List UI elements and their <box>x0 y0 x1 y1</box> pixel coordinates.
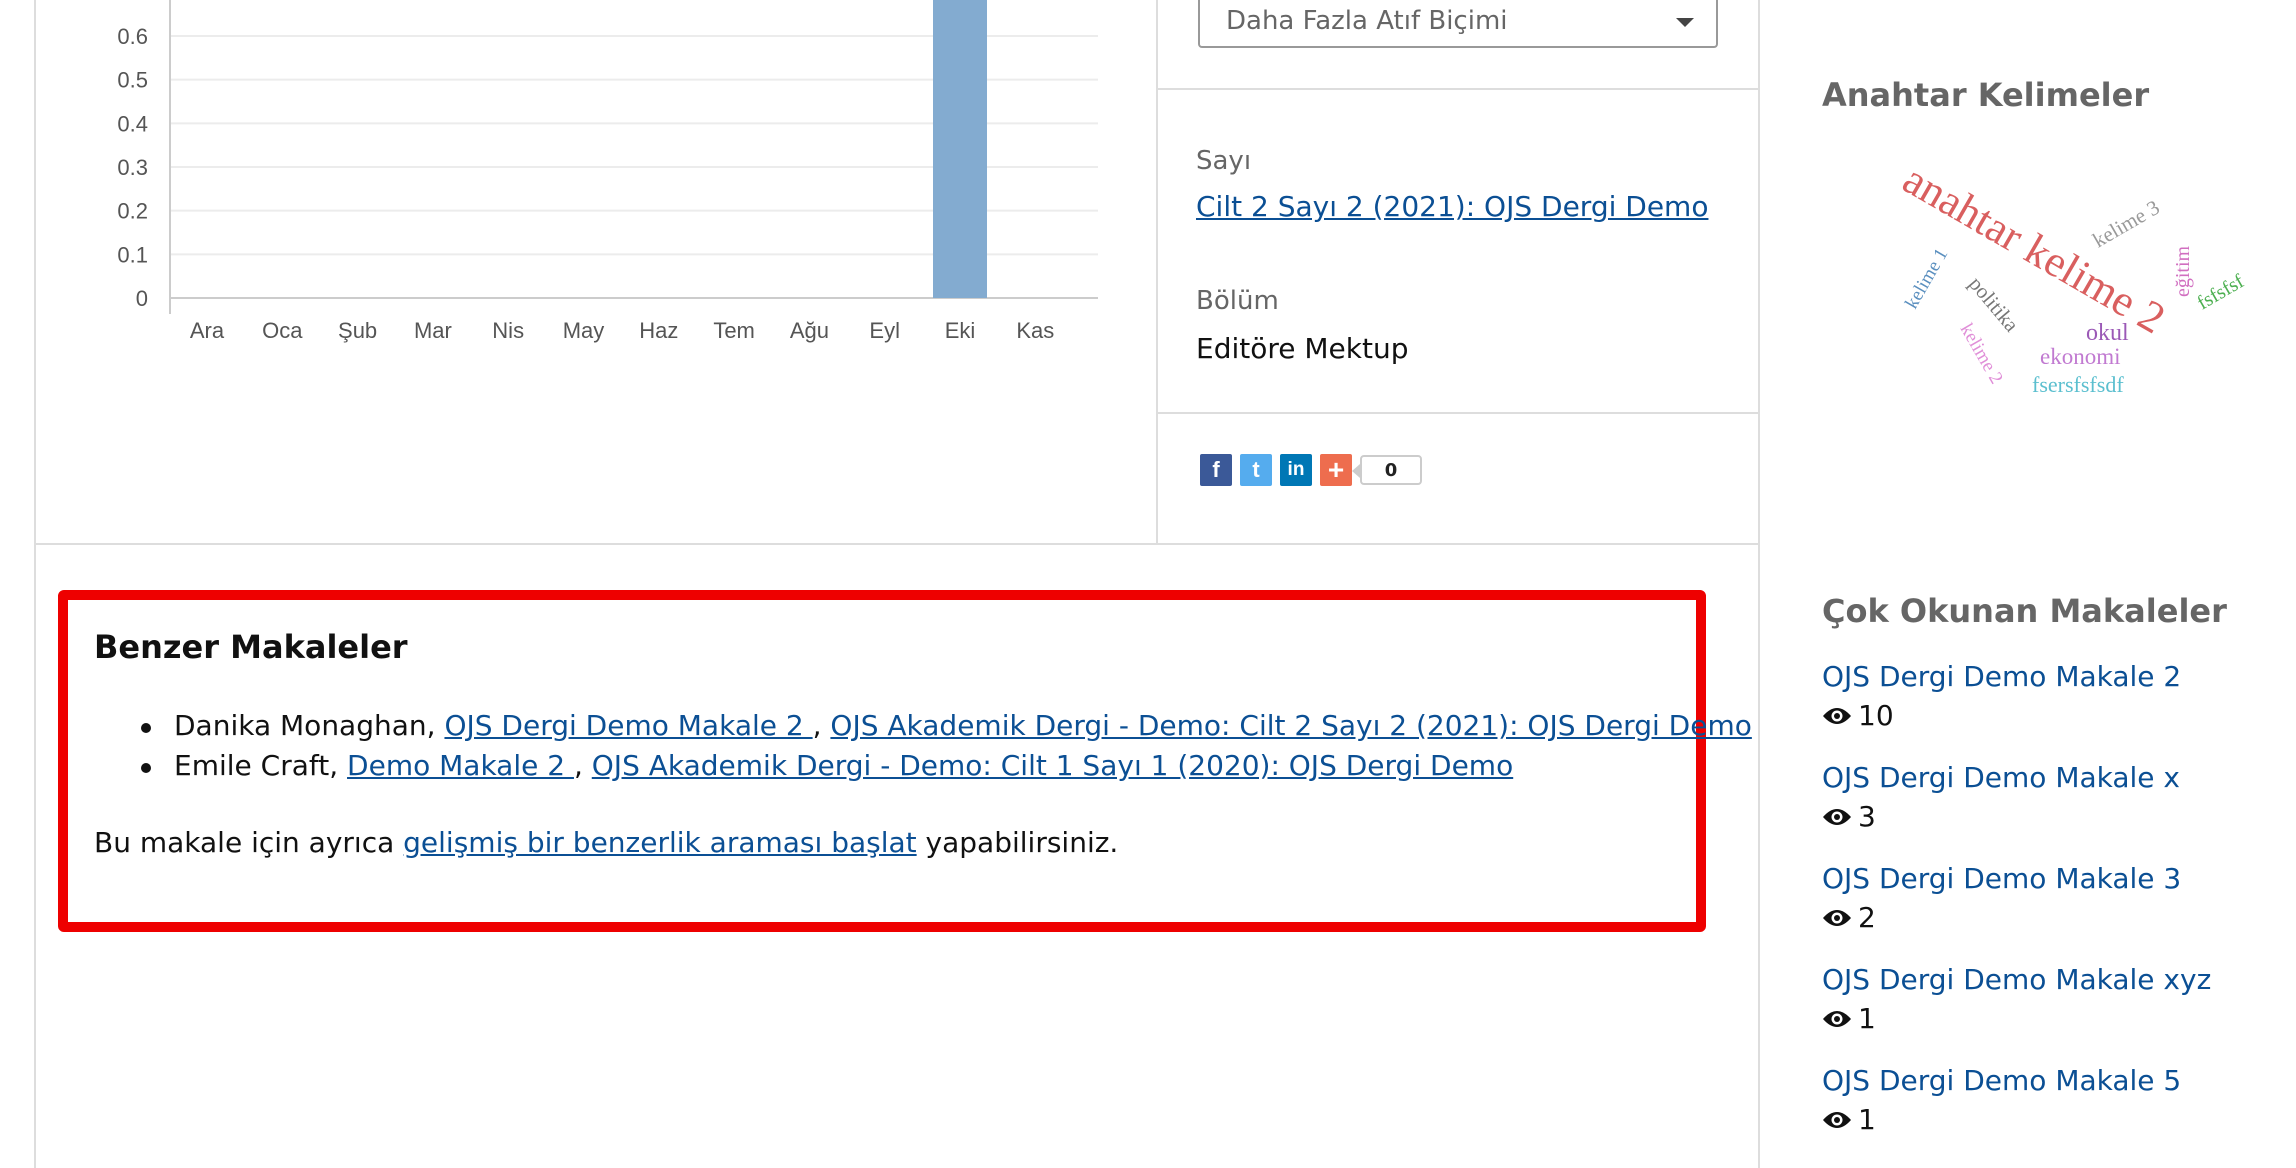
divider <box>1156 0 1158 543</box>
citation-format-select[interactable]: Daha Fazla Atıf Biçimi <box>1198 0 1718 48</box>
share-buttons: f t in + 0 <box>1200 454 1422 486</box>
note-text: Bu makale için ayrıca <box>94 826 404 859</box>
article-link[interactable]: OJS Dergi Demo Makale 3 <box>1822 862 2262 895</box>
article-page: 0 0.1 0.2 0.3 0.4 0.5 0.6 Ara Oca Şub Mar Nis May Haz… <box>0 0 2296 1168</box>
keyword-tag[interactable]: ekonomi <box>2040 344 2121 369</box>
downloads-chart: 0 0.1 0.2 0.3 0.4 0.5 0.6 Ara Oca Şub Mar Nis May Haz… <box>117 0 1098 343</box>
list-item: OJS Dergi Demo Makale xyz 1 <box>1822 963 2262 1064</box>
view-count: 1 <box>1822 1002 2262 1035</box>
chart-bar <box>933 0 987 298</box>
article-author: Danika Monaghan, <box>174 709 445 742</box>
view-count-value: 2 <box>1858 901 1876 934</box>
keyword-tag[interactable]: kelime 1 <box>1901 245 1952 313</box>
divider <box>1158 412 1760 414</box>
more-share-button[interactable]: + <box>1320 454 1352 486</box>
view-count: 3 <box>1822 800 2262 833</box>
x-tick-label: Mar <box>414 318 452 343</box>
x-tick-label: Nis <box>492 318 524 343</box>
x-tick-label: May <box>563 318 605 343</box>
list-item: Danika Monaghan, OJS Dergi Demo Makale 2… <box>94 706 1752 746</box>
list-item: OJS Dergi Demo Makale 3 2 <box>1822 862 2262 963</box>
share-count: 0 <box>1352 455 1422 485</box>
eye-icon <box>1823 1111 1851 1128</box>
y-tick-label: 0.3 <box>117 155 148 180</box>
eye-icon <box>1823 909 1851 926</box>
linkedin-share-button[interactable]: in <box>1280 454 1312 486</box>
list-item: Emile Craft, Demo Makale 2 , OJS Akademi… <box>94 746 1696 786</box>
separator: , <box>812 709 831 742</box>
list-item: OJS Dergi Demo Makale 5 1 <box>1822 1064 2262 1165</box>
issue-link[interactable]: OJS Akademik Dergi - Demo: Cilt 2 Sayı 2… <box>830 709 1751 742</box>
keyword-tag[interactable]: kelime 3 <box>2089 195 2164 252</box>
section-label: Bölüm <box>1196 286 1279 316</box>
most-read-heading: Çok Okunan Makaleler <box>1822 592 2227 630</box>
similar-articles-box: Benzer Makaleler Danika Monaghan, OJS De… <box>58 590 1752 932</box>
view-count-value: 3 <box>1858 800 1876 833</box>
separator: , <box>573 749 592 782</box>
y-tick-label: 0.2 <box>117 199 148 224</box>
view-count: 2 <box>1822 901 2262 934</box>
keyword-tag[interactable]: eğitim <box>2172 245 2194 297</box>
list-item: OJS Dergi Demo Makale x 3 <box>1822 761 2262 862</box>
similarity-search-note: Bu makale için ayrıca gelişmiş bir benze… <box>94 826 1696 859</box>
keyword-tag[interactable]: fsersfsfsdf <box>2032 372 2124 397</box>
article-link[interactable]: OJS Dergi Demo Makale 2 <box>444 709 812 742</box>
note-text: yapabilirsiniz. <box>916 826 1119 859</box>
y-tick-label: 0.6 <box>117 24 148 49</box>
article-link[interactable]: OJS Dergi Demo Makale xyz <box>1822 963 2262 996</box>
similar-articles-list: Danika Monaghan, OJS Dergi Demo Makale 2… <box>94 706 1752 786</box>
chevron-down-icon <box>1676 18 1694 27</box>
eye-icon <box>1823 707 1851 724</box>
y-tick-label: 0.5 <box>117 68 148 93</box>
view-count-value: 1 <box>1858 1002 1876 1035</box>
x-tick-label: Tem <box>713 318 755 343</box>
keyword-cloud: anahtar kelime 2 kelime 3 kelime 1 eğiti… <box>1895 154 2249 397</box>
x-tick-label: Kas <box>1016 318 1054 343</box>
y-tick-label: 0 <box>136 286 148 311</box>
advanced-similarity-search-link[interactable]: gelişmiş bir benzerlik araması başlat <box>403 826 916 859</box>
facebook-share-button[interactable]: f <box>1200 454 1232 486</box>
x-tick-label: Ağu <box>790 318 829 343</box>
divider <box>1158 88 1760 90</box>
section-value: Editöre Mektup <box>1196 332 1409 365</box>
issue-label: Sayı <box>1196 146 1252 176</box>
x-tick-label: Ara <box>190 318 225 343</box>
article-author: Emile Craft, <box>174 749 348 782</box>
issue-link[interactable]: Cilt 2 Sayı 2 (2021): OJS Dergi Demo <box>1196 190 1708 223</box>
article-link[interactable]: OJS Dergi Demo Makale 2 <box>1822 660 2262 693</box>
y-tick-label: 0.4 <box>117 111 148 136</box>
article-link[interactable]: OJS Dergi Demo Makale 5 <box>1822 1064 2262 1097</box>
y-tick-label: 0.1 <box>117 242 148 267</box>
similar-articles-title: Benzer Makaleler <box>94 628 408 666</box>
x-tick-label: Oca <box>262 318 303 343</box>
keyword-tag[interactable]: kelime 2 <box>1956 320 2007 388</box>
keyword-tag[interactable]: okul <box>2086 320 2129 346</box>
view-count: 10 <box>1822 699 2262 732</box>
view-count-value: 10 <box>1858 699 1894 732</box>
x-tick-label: Eyl <box>869 318 900 343</box>
list-item: OJS Dergi Demo Makale 2 10 <box>1822 660 2262 761</box>
view-count-value: 1 <box>1858 1103 1876 1136</box>
citation-format-label: Daha Fazla Atıf Biçimi <box>1226 6 1508 36</box>
most-read-list: OJS Dergi Demo Makale 2 10 OJS Dergi Dem… <box>1822 660 2262 1165</box>
eye-icon <box>1823 808 1851 825</box>
keyword-tag[interactable]: fsfsfsf <box>2194 270 2249 314</box>
twitter-share-button[interactable]: t <box>1240 454 1272 486</box>
article-link[interactable]: Demo Makale 2 <box>347 749 574 782</box>
x-tick-label: Şub <box>338 318 377 343</box>
issue-link[interactable]: OJS Akademik Dergi - Demo: Cilt 1 Sayı 1… <box>592 749 1513 782</box>
x-tick-label: Eki <box>945 318 976 343</box>
keywords-heading: Anahtar Kelimeler <box>1822 76 2150 114</box>
divider <box>34 543 1760 545</box>
x-tick-label: Haz <box>639 318 678 343</box>
eye-icon <box>1823 1010 1851 1027</box>
view-count: 1 <box>1822 1103 2262 1136</box>
article-link[interactable]: OJS Dergi Demo Makale x <box>1822 761 2262 794</box>
